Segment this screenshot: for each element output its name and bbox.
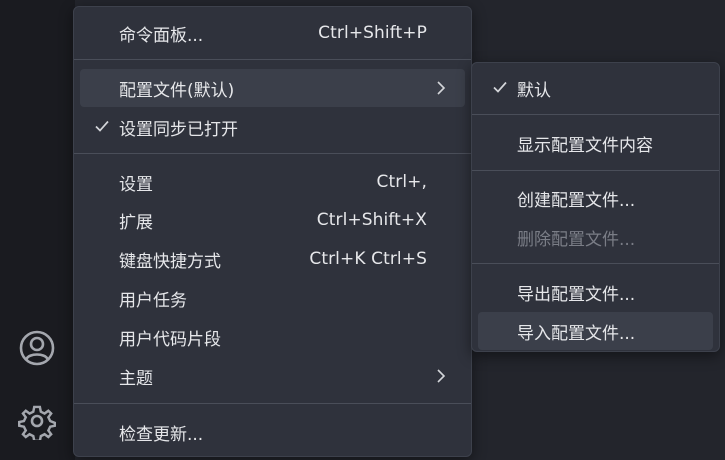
submenu-item-import-profile[interactable]: 导入配置文件... bbox=[478, 312, 713, 350]
menu-item-label: 配置文件(默认) bbox=[119, 80, 235, 101]
menu-item-shortcut: Ctrl+Shift+X bbox=[316, 210, 427, 230]
chevron-right-icon bbox=[437, 369, 446, 383]
menu-separator bbox=[74, 153, 471, 154]
menu-item-label: 用户任务 bbox=[119, 290, 187, 311]
menu-item-shortcut: Ctrl+Shift+P bbox=[318, 23, 427, 43]
menu-item-label: 主题 bbox=[119, 368, 153, 389]
check-icon bbox=[493, 81, 507, 93]
menu-item-profile[interactable]: 配置文件(默认) bbox=[80, 69, 465, 107]
check-icon bbox=[95, 120, 109, 132]
menu-item-label: 命令面板... bbox=[119, 25, 204, 46]
submenu-item-label: 默认 bbox=[517, 80, 551, 101]
activity-bar bbox=[0, 0, 75, 460]
submenu-item-default-profile[interactable]: 默认 bbox=[478, 69, 713, 107]
menu-separator bbox=[74, 59, 471, 60]
submenu-item-export-profile[interactable]: 导出配置文件... bbox=[478, 273, 713, 311]
submenu-item-label: 删除配置文件... bbox=[517, 229, 636, 250]
profile-submenu: 默认 显示配置文件内容 创建配置文件... 删除配置文件... 导出配置文件..… bbox=[471, 62, 720, 352]
menu-item-label: 设置同步已打开 bbox=[119, 119, 238, 140]
menu-item-label: 设置 bbox=[119, 174, 153, 195]
submenu-item-label: 显示配置文件内容 bbox=[517, 135, 653, 156]
menu-item-check-updates[interactable]: 检查更新... bbox=[80, 413, 465, 451]
menu-item-extensions[interactable]: 扩展 Ctrl+Shift+X bbox=[80, 201, 465, 239]
manage-gear-icon[interactable] bbox=[17, 401, 57, 441]
screen: 命令面板... Ctrl+Shift+P 配置文件(默认) 设置同步已打开 设置… bbox=[0, 0, 725, 460]
submenu-item-delete-profile: 删除配置文件... bbox=[478, 218, 713, 256]
menu-item-keyboard-shortcuts[interactable]: 键盘快捷方式 Ctrl+K Ctrl+S bbox=[80, 240, 465, 278]
submenu-item-label: 导入配置文件... bbox=[517, 323, 636, 344]
account-icon[interactable] bbox=[17, 328, 57, 368]
submenu-item-label: 导出配置文件... bbox=[517, 284, 636, 305]
menu-item-label: 用户代码片段 bbox=[119, 329, 221, 350]
menu-separator bbox=[74, 403, 471, 404]
menu-item-command-palette[interactable]: 命令面板... Ctrl+Shift+P bbox=[80, 14, 465, 52]
menu-separator bbox=[472, 263, 719, 264]
menu-separator bbox=[472, 114, 719, 115]
menu-item-settings-sync[interactable]: 设置同步已打开 bbox=[80, 108, 465, 146]
menu-item-shortcut: Ctrl+, bbox=[376, 172, 427, 192]
chevron-right-icon bbox=[437, 81, 446, 95]
menu-item-user-tasks[interactable]: 用户任务 bbox=[80, 279, 465, 317]
submenu-item-create-profile[interactable]: 创建配置文件... bbox=[478, 179, 713, 217]
manage-menu: 命令面板... Ctrl+Shift+P 配置文件(默认) 设置同步已打开 设置… bbox=[73, 6, 472, 457]
menu-item-label: 检查更新... bbox=[119, 424, 204, 445]
menu-item-settings[interactable]: 设置 Ctrl+, bbox=[80, 163, 465, 201]
menu-item-themes[interactable]: 主题 bbox=[80, 357, 465, 395]
submenu-item-label: 创建配置文件... bbox=[517, 190, 636, 211]
menu-item-label: 扩展 bbox=[119, 212, 153, 233]
menu-separator bbox=[472, 170, 719, 171]
menu-item-shortcut: Ctrl+K Ctrl+S bbox=[309, 249, 427, 269]
menu-item-user-snippets[interactable]: 用户代码片段 bbox=[80, 318, 465, 356]
menu-item-label: 键盘快捷方式 bbox=[119, 251, 221, 272]
submenu-item-show-profile-contents[interactable]: 显示配置文件内容 bbox=[478, 124, 713, 162]
